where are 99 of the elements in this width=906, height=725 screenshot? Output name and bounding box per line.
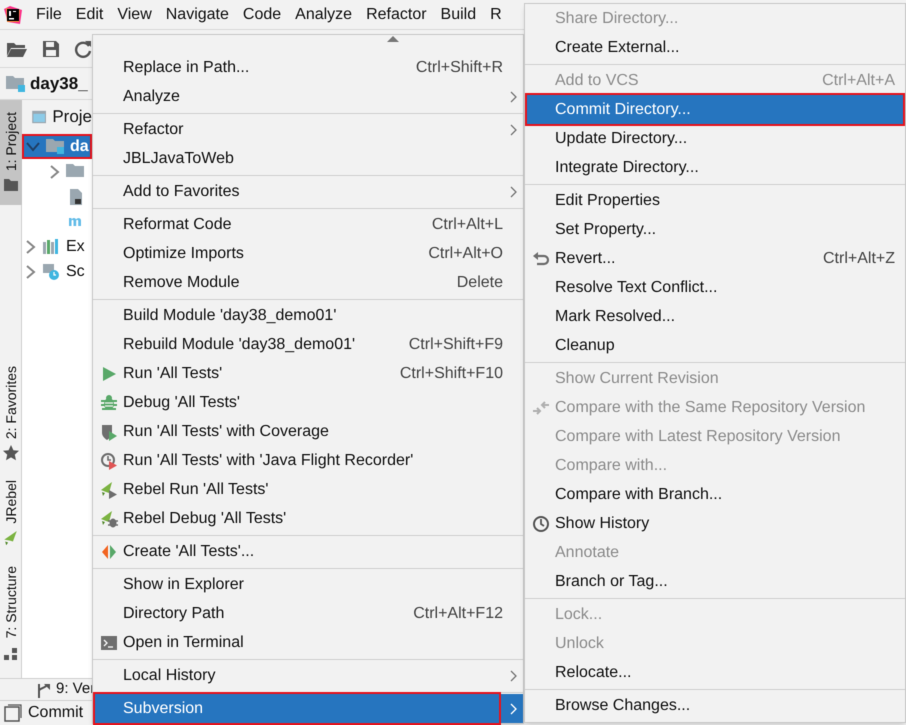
scroll-up-icon[interactable] <box>387 35 399 43</box>
commit-icon <box>4 704 22 722</box>
panel-window-icon <box>32 109 46 125</box>
menu-item[interactable]: Show in Explorer <box>93 570 523 599</box>
shortcut-label: Ctrl+Alt+F12 <box>413 604 503 624</box>
menu-item[interactable]: Reformat Code Ctrl+Alt+L <box>93 210 523 239</box>
bug-icon <box>100 394 118 412</box>
menu-item[interactable]: Set Property... <box>525 215 905 244</box>
menu-bar-item[interactable]: Edit <box>76 2 104 26</box>
maven-icon <box>68 216 82 226</box>
refresh-icon[interactable] <box>74 40 92 58</box>
menu-item[interactable]: Rebel Debug 'All Tests' <box>93 504 523 533</box>
breadcrumb-item[interactable]: day38_ <box>30 70 88 96</box>
menu-item[interactable]: Relocate... <box>525 658 905 687</box>
tree-row[interactable]: Sc <box>22 259 92 284</box>
menu-item[interactable]: Run 'All Tests' with Coverage <box>93 417 523 446</box>
menu-item[interactable]: Commit Directory... <box>525 95 905 124</box>
bar-chart-icon <box>42 238 60 256</box>
shortcut-label: Ctrl+Shift+F9 <box>408 334 503 354</box>
shortcut-label: Ctrl+Shift+R <box>416 58 503 78</box>
chevron-right-icon[interactable] <box>26 240 36 254</box>
chevron-right-icon[interactable] <box>26 264 36 278</box>
menu-item[interactable]: Update Directory... <box>525 124 905 153</box>
tree-row[interactable]: Ex <box>22 234 92 259</box>
menu-item[interactable]: JBLJavaToWeb <box>93 144 523 173</box>
menu-item[interactable]: Run 'All Tests' with 'Java Flight Recorder' <box>93 446 523 475</box>
menu-item[interactable]: Branch or Tag... <box>525 567 905 596</box>
module-folder-icon <box>6 74 26 92</box>
shortcut-label: Ctrl+Shift+F10 <box>400 364 503 384</box>
menu-bar-item[interactable]: Refactor <box>366 2 427 26</box>
chevron-down-icon[interactable] <box>26 142 40 152</box>
menu-item[interactable]: Resolve Text Conflict... <box>525 273 905 302</box>
menu-bar-item[interactable]: R <box>490 2 502 26</box>
chevron-right-icon[interactable] <box>50 164 60 178</box>
highlight-outline <box>22 134 92 159</box>
menu-item[interactable]: Run 'All Tests' Ctrl+Shift+F10 <box>93 359 523 388</box>
menu-item[interactable]: Rebel Run 'All Tests' <box>93 475 523 504</box>
run-icon <box>100 364 118 382</box>
menu-item[interactable]: Analyze <box>93 82 523 111</box>
clock-icon <box>532 514 550 532</box>
clock-play-icon <box>100 452 118 470</box>
scratch-clock-icon <box>42 262 60 280</box>
menu-item[interactable]: Rebuild Module 'day38_demo01' Ctrl+Shift+F9 <box>93 330 523 359</box>
menu-item[interactable]: Create External... <box>525 33 905 62</box>
tree-label[interactable]: Sc <box>66 260 85 284</box>
terminal-icon <box>100 634 118 652</box>
shortcut-label: Ctrl+Alt+Z <box>822 248 895 268</box>
menu-item[interactable]: Local History <box>93 661 523 690</box>
tool-window-tab[interactable]: 7: Structure <box>0 565 22 662</box>
shortcut-label: Ctrl+Alt+A <box>822 70 895 90</box>
menu-item[interactable]: Integrate Directory... <box>525 153 905 182</box>
tool-window-tab[interactable]: JRebel <box>0 480 22 545</box>
menu-bar-item[interactable]: Navigate <box>166 2 229 26</box>
menu-bar-item[interactable]: Build <box>440 2 476 26</box>
branch-icon <box>36 682 52 698</box>
undo-icon <box>532 250 550 268</box>
tree-label[interactable]: Ex <box>66 234 85 258</box>
menu-item[interactable]: Revert... Ctrl+Alt+Z <box>525 244 905 273</box>
save-icon[interactable] <box>42 40 60 58</box>
menu-item[interactable]: Compare with Branch... <box>525 480 905 509</box>
arrows-icon <box>532 398 550 416</box>
menu-item[interactable]: Mark Resolved... <box>525 302 905 331</box>
tool-window-tab[interactable]: 2: Favorites <box>0 365 22 462</box>
shield-play-icon <box>100 422 118 440</box>
menu-bar-item[interactable]: View <box>117 2 152 26</box>
shortcut-label: Ctrl+Alt+L <box>432 214 503 234</box>
menu-item[interactable]: Remove Module Delete <box>93 268 523 297</box>
menu-item[interactable]: Build Module 'day38_demo01' <box>93 301 523 330</box>
folder-icon <box>3 177 19 194</box>
diamond-icon <box>100 542 118 560</box>
tree-label[interactable]: da <box>70 134 89 158</box>
menu-item[interactable]: Subversion <box>93 694 523 723</box>
menu-item[interactable]: Show History <box>525 509 905 538</box>
star-icon <box>3 445 19 462</box>
tool-window-tab[interactable]: Commit <box>28 701 84 725</box>
tree-row[interactable]: da <box>22 134 92 159</box>
menu-item[interactable]: Cleanup <box>525 331 905 360</box>
panel-title: Proje <box>52 106 92 128</box>
tool-window-tab[interactable]: 1: Project <box>0 100 22 205</box>
menu-item[interactable]: Refactor <box>93 115 523 144</box>
rocket-bug-icon <box>100 510 118 528</box>
app-logo-icon <box>4 6 22 24</box>
menu-item[interactable]: Browse Changes... <box>525 691 905 720</box>
menu-item[interactable]: Directory Path Ctrl+Alt+F12 <box>93 599 523 628</box>
rocket-play-icon <box>100 480 118 498</box>
shortcut-label: Delete <box>456 272 503 292</box>
module-folder-icon <box>46 138 64 156</box>
menu-item[interactable]: Edit Properties <box>525 186 905 215</box>
menu-item[interactable]: Open in Terminal <box>93 628 523 657</box>
menu-item[interactable]: Create 'All Tests'... <box>93 537 523 566</box>
menu-item[interactable]: Replace in Path... Ctrl+Shift+R <box>93 53 523 82</box>
menu-item[interactable]: Debug 'All Tests' <box>93 388 523 417</box>
menu-item[interactable]: Optimize Imports Ctrl+Alt+O <box>93 239 523 268</box>
rocket-icon <box>3 530 19 545</box>
menu-item[interactable]: Add to Favorites <box>93 177 523 206</box>
menu-bar-item[interactable]: Analyze <box>295 2 352 26</box>
menu-bar-item[interactable]: File <box>36 2 62 26</box>
menu-bar-item[interactable]: Code <box>242 2 282 26</box>
shortcut-label: Ctrl+Alt+O <box>428 244 503 264</box>
